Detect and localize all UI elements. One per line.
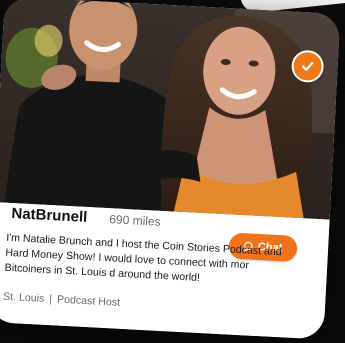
screen: NatBrunell 690 miles Chat I'm Natalie Br… (0, 0, 345, 343)
profile-photo (0, 0, 341, 220)
profile-info: NatBrunell 690 miles Chat I'm Natalie Br… (0, 202, 330, 340)
profile-card[interactable]: NatBrunell 690 miles Chat I'm Natalie Br… (0, 0, 341, 340)
meta-separator: | (49, 293, 53, 306)
profile-role: Podcast Host (56, 293, 121, 309)
profile-card-wrapper: NatBrunell 690 miles Chat I'm Natalie Br… (0, 0, 345, 343)
checkmark-badge-icon (302, 61, 314, 71)
profile-location: St. Louis (2, 290, 45, 305)
profile-photo-illustration (0, 0, 341, 220)
profile-meta: St. Louis | Podcast Host (3, 291, 120, 309)
profile-distance: 690 miles (108, 212, 162, 229)
profile-name: NatBrunell (11, 205, 88, 226)
